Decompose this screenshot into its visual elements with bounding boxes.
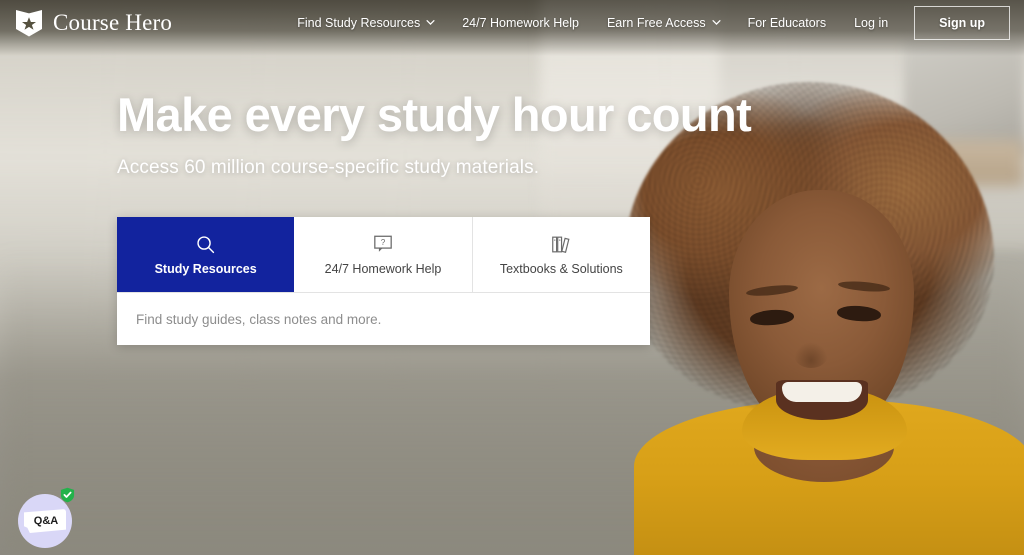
nav-label: Earn Free Access bbox=[606, 16, 706, 30]
logo-text: Course Hero bbox=[53, 10, 173, 35]
qa-bubble: Q&A bbox=[24, 509, 66, 533]
search-widget: Study Resources ? 24/7 Homework Help Tex… bbox=[117, 217, 650, 345]
magnifier-icon bbox=[195, 233, 216, 255]
nav-item-find-study-resources[interactable]: Find Study Resources bbox=[283, 0, 448, 46]
course-hero-homepage-hero: Course Hero Find Study Resources 24/7 Ho… bbox=[0, 0, 1024, 555]
nav-item-homework-help[interactable]: 24/7 Homework Help bbox=[448, 0, 593, 46]
nav-label: Log in bbox=[854, 16, 889, 30]
page-title: Make every study hour count bbox=[117, 88, 752, 141]
sign-up-button[interactable]: Sign up bbox=[914, 6, 1010, 40]
person-teeth bbox=[782, 382, 862, 402]
nav-item-for-educators[interactable]: For Educators bbox=[734, 0, 841, 46]
books-icon bbox=[550, 233, 572, 255]
nav-label: Find Study Resources bbox=[297, 16, 421, 30]
qa-widget-button[interactable]: Q&A bbox=[18, 487, 75, 548]
tab-label: Study Resources bbox=[154, 262, 257, 277]
tab-textbooks-solutions[interactable]: Textbooks & Solutions bbox=[472, 217, 650, 292]
nav-label: 24/7 Homework Help bbox=[462, 16, 579, 30]
verified-shield-check-icon bbox=[60, 487, 75, 503]
hero-subtitle: Access 60 million course-specific study … bbox=[117, 156, 540, 178]
search-input[interactable]: Find study guides, class notes and more. bbox=[117, 293, 650, 345]
chevron-down-icon bbox=[426, 18, 435, 26]
nav-item-log-in[interactable]: Log in bbox=[840, 0, 902, 46]
nav-label: For Educators bbox=[747, 16, 827, 30]
person-mouth bbox=[776, 380, 868, 420]
qa-label: Q&A bbox=[33, 515, 59, 527]
person-nose bbox=[794, 342, 828, 368]
nav-item-earn-free-access[interactable]: Earn Free Access bbox=[593, 0, 734, 46]
site-header: Course Hero Find Study Resources 24/7 Ho… bbox=[0, 0, 1024, 46]
tab-study-resources[interactable]: Study Resources bbox=[117, 217, 295, 292]
main-navigation: Find Study Resources 24/7 Homework Help … bbox=[283, 0, 1010, 46]
search-tabs: Study Resources ? 24/7 Homework Help Tex… bbox=[117, 217, 650, 293]
hero-copy: Make every study hour count Access 60 mi… bbox=[117, 90, 817, 179]
question-bubble-icon: ? bbox=[372, 233, 394, 255]
tab-label: Textbooks & Solutions bbox=[499, 262, 623, 277]
chevron-down-icon bbox=[712, 18, 721, 26]
tab-homework-help[interactable]: ? 24/7 Homework Help bbox=[294, 217, 473, 292]
shield-star-icon bbox=[14, 8, 44, 38]
logo[interactable]: Course Hero bbox=[14, 8, 172, 38]
svg-text:?: ? bbox=[381, 238, 386, 247]
tab-label: 24/7 Homework Help bbox=[324, 262, 442, 277]
